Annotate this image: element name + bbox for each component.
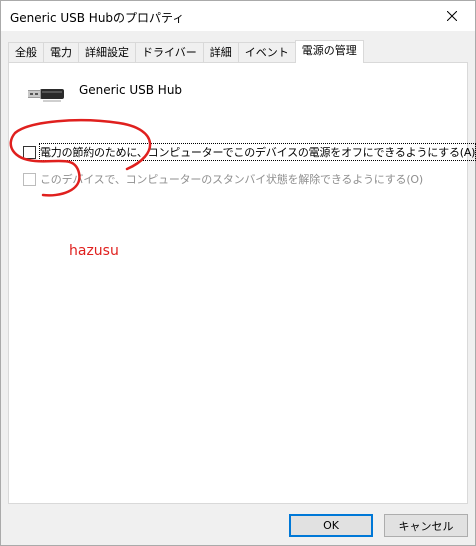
- usb-connector-icon: [28, 89, 64, 102]
- allow-power-off-label[interactable]: 電力の節約のために、コンピューターでこのデバイスの電源をオフにできるようにする(…: [38, 143, 476, 161]
- close-icon: [447, 11, 457, 21]
- tab-events[interactable]: イベント: [237, 42, 296, 63]
- tab-power[interactable]: 電力: [43, 42, 79, 63]
- power-management-panel: Generic USB Hub 電力の節約のために、コンピューターでこのデバイス…: [8, 62, 476, 504]
- cancel-button[interactable]: キャンセル: [384, 514, 468, 537]
- tab-general[interactable]: 全般: [8, 42, 44, 63]
- allow-wake-label: このデバイスで、コンピューターのスタンバイ状態を解除できるようにする(O): [40, 173, 423, 186]
- ok-button[interactable]: OK: [289, 514, 373, 537]
- tab-details[interactable]: 詳細: [202, 42, 239, 63]
- allow-power-off-checkbox[interactable]: [23, 145, 36, 159]
- annotation-text: hazusu: [69, 243, 119, 259]
- tab-driver[interactable]: ドライバー: [135, 42, 204, 63]
- tab-strip: 全般 電力 詳細設定 ドライバー 詳細 イベント 電源の管理: [8, 40, 364, 63]
- title-bar[interactable]: Generic USB Hubのプロパティ: [1, 1, 475, 31]
- tab-advanced[interactable]: 詳細設定: [78, 42, 136, 63]
- window-title: Generic USB Hubのプロパティ: [10, 11, 185, 25]
- close-button[interactable]: [429, 1, 475, 31]
- device-name: Generic USB Hub: [79, 83, 183, 97]
- allow-power-off-option[interactable]: 電力の節約のために、コンピューターでこのデバイスの電源をオフにできるようにする(…: [23, 143, 476, 161]
- tab-power-management[interactable]: 電源の管理: [294, 40, 364, 63]
- red-circle-annotation: [9, 119, 152, 197]
- allow-wake-checkbox: [23, 172, 36, 186]
- allow-wake-option: このデバイスで、コンピューターのスタンバイ状態を解除できるようにする(O): [23, 171, 423, 187]
- properties-dialog: Generic USB Hubのプロパティ 全般 電力 詳細設定 ドライバー 詳…: [0, 0, 476, 546]
